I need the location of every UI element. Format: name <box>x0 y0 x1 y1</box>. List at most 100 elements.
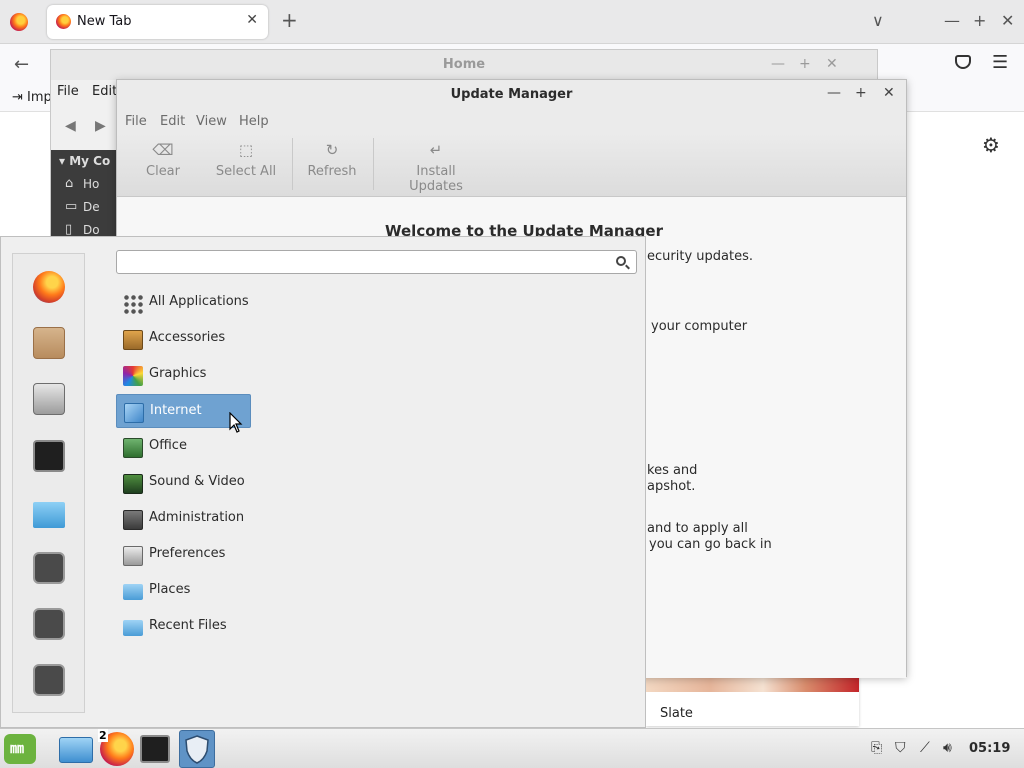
category-places[interactable]: Places <box>116 574 251 608</box>
firefox-tab-title: New Tab <box>77 14 132 29</box>
nemo-window-title: Home <box>442 57 486 72</box>
firefox-maximize-button[interactable]: + <box>973 12 986 30</box>
lock-screen-icon[interactable] <box>33 552 65 584</box>
logout-icon[interactable] <box>33 608 65 640</box>
category-label: Places <box>149 582 191 597</box>
taskbar-firefox-window-count: 2 <box>98 729 108 742</box>
recent-files-icon <box>123 620 143 636</box>
nemo-close-button[interactable]: ✕ <box>826 56 838 72</box>
nemo-menu-edit[interactable]: Edit <box>92 84 117 99</box>
clipboard-icon[interactable]: ⎘ <box>871 740 882 756</box>
update-manager-menu-view[interactable]: View <box>196 114 227 129</box>
shield-icon[interactable]: ⛉ <box>895 740 906 756</box>
favorites-panel <box>12 253 85 713</box>
toolbar-separator <box>373 138 374 190</box>
power-icon[interactable] <box>33 664 65 696</box>
taskbar-files-icon[interactable] <box>59 737 93 763</box>
category-preferences[interactable]: Preferences <box>116 538 251 572</box>
welcome-text-line: and to apply all <box>647 521 748 536</box>
update-manager-toolbar: ⌫ Clear ⬚ Select All ↻ Refresh ↵ Install… <box>117 134 906 197</box>
firefox-list-tabs-icon[interactable]: ∨ <box>872 12 884 30</box>
welcome-text-line: kes and <box>647 463 698 478</box>
firefox-icon[interactable] <box>33 271 65 303</box>
firefox-menu-icon[interactable]: ☰ <box>992 52 1008 73</box>
mint-logo-icon: ㎜ <box>10 741 24 757</box>
update-manager-menu-edit[interactable]: Edit <box>160 114 185 129</box>
menu-search-input[interactable] <box>116 250 637 274</box>
mint-menu-button[interactable]: ㎜ <box>4 734 36 764</box>
import-bookmarks-label: Imp <box>27 90 52 105</box>
update-manager-close-button[interactable]: ✕ <box>883 85 895 101</box>
category-label: Recent Files <box>149 618 227 633</box>
toolbar-separator <box>292 138 293 190</box>
volume-icon[interactable]: 🔊︎ <box>943 740 952 756</box>
firefox-tab-close-icon[interactable]: ✕ <box>246 12 258 28</box>
update-manager-menu-help[interactable]: Help <box>239 114 269 129</box>
administration-icon <box>123 510 143 530</box>
category-office[interactable]: Office <box>116 430 251 464</box>
nemo-sidebar-item-home[interactable]: Ho <box>83 177 99 191</box>
sound-video-icon <box>123 474 143 494</box>
category-accessories[interactable]: Accessories <box>116 322 251 356</box>
firefox-new-tab-button[interactable]: + <box>281 10 298 30</box>
nemo-maximize-button[interactable]: + <box>799 56 811 72</box>
shield-icon <box>185 735 209 764</box>
top-site-card[interactable]: Slate <box>646 676 859 726</box>
network-icon[interactable]: ⟋ <box>920 740 930 756</box>
top-site-card-label: Slate <box>660 706 693 721</box>
newtab-settings-gear-icon[interactable]: ⚙ <box>982 133 1000 157</box>
category-sound-video[interactable]: Sound & Video <box>116 466 251 500</box>
welcome-text-line: ecurity updates. <box>647 249 753 264</box>
refresh-button[interactable]: ↻ Refresh <box>307 140 357 179</box>
taskbar: ㎜ 2 ⎘ ⛉ ⟋ 🔊︎ 05:19 <box>0 728 1024 768</box>
firefox-close-button[interactable]: ✕ <box>1001 12 1014 30</box>
nemo-minimize-button[interactable]: — <box>771 56 785 72</box>
pocket-icon[interactable] <box>955 55 971 69</box>
files-icon[interactable] <box>33 502 65 528</box>
graphics-icon <box>123 366 143 386</box>
taskbar-firefox-icon[interactable]: 2 <box>98 729 134 766</box>
system-settings-icon[interactable] <box>33 383 65 415</box>
nemo-sidebar-item-documents[interactable]: Do <box>83 223 100 237</box>
category-label: Internet <box>150 403 202 418</box>
nemo-forward-icon[interactable]: ▶ <box>95 118 106 134</box>
search-icon <box>616 256 626 266</box>
nemo-back-icon[interactable]: ◀ <box>65 118 76 134</box>
category-administration[interactable]: Administration <box>116 502 251 536</box>
category-all-applications[interactable]: All Applications <box>116 286 251 320</box>
select-all-label: Select All <box>215 164 277 179</box>
firefox-tab-new-tab[interactable]: New Tab ✕ <box>47 5 268 39</box>
welcome-text-line: you can go back in <box>649 537 772 552</box>
category-label: All Applications <box>149 294 249 309</box>
nemo-sidebar-item-desktop[interactable]: De <box>83 200 100 214</box>
firefox-back-icon[interactable]: ← <box>14 54 29 75</box>
nemo-menu-file[interactable]: File <box>57 84 79 99</box>
mint-menu: All Applications Accessories Graphics In… <box>0 236 646 728</box>
nemo-sidebar-header[interactable]: ▾ My Co <box>59 154 110 168</box>
select-all-button[interactable]: ⬚ Select All <box>215 140 277 179</box>
category-label: Accessories <box>149 330 226 345</box>
select-all-icon: ⬚ <box>238 141 254 159</box>
install-updates-button[interactable]: ↵ Install Updates <box>389 140 483 194</box>
software-manager-icon[interactable] <box>33 327 65 359</box>
import-bookmarks-button[interactable]: ⇥ Imp <box>12 90 52 105</box>
category-recent-files[interactable]: Recent Files <box>116 610 251 644</box>
install-updates-label: Install Updates <box>409 164 463 194</box>
taskbar-terminal-icon[interactable] <box>140 735 170 763</box>
clock[interactable]: 05:19 <box>969 741 1010 756</box>
category-graphics[interactable]: Graphics <box>116 358 251 392</box>
terminal-icon[interactable] <box>33 440 65 472</box>
update-manager-title-bar: Update Manager — + ✕ <box>117 80 906 110</box>
clear-button[interactable]: ⌫ Clear <box>143 140 183 179</box>
taskbar-update-manager-icon[interactable] <box>179 730 215 768</box>
update-manager-menu-file[interactable]: File <box>125 114 147 129</box>
update-manager-title: Update Manager <box>450 87 573 102</box>
category-label: Graphics <box>149 366 207 381</box>
update-manager-maximize-button[interactable]: + <box>855 85 867 101</box>
firefox-tab-bar: New Tab ✕ + ∨ — + ✕ <box>0 0 1024 44</box>
category-label: Preferences <box>149 546 226 561</box>
refresh-icon: ↻ <box>325 141 339 159</box>
update-manager-minimize-button[interactable]: — <box>827 85 841 101</box>
firefox-minimize-button[interactable]: — <box>944 12 960 30</box>
firefox-logo-icon[interactable] <box>10 13 28 31</box>
